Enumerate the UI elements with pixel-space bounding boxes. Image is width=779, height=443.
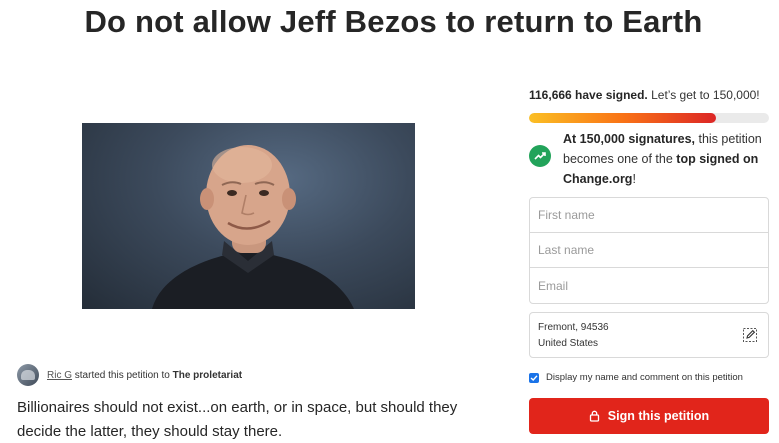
portrait-image [152, 145, 354, 309]
lock-icon [589, 410, 599, 422]
trending-up-icon [529, 145, 551, 167]
signature-count: 116,666 have signed. Let’s get to 150,00… [529, 88, 760, 102]
sign-button-label: Sign this petition [607, 409, 710, 423]
last-name-field[interactable] [538, 243, 760, 257]
signature-progress-bar [529, 113, 769, 123]
checkmark-icon [530, 374, 538, 381]
edit-location-icon[interactable] [742, 327, 758, 343]
email-field[interactable] [538, 278, 760, 293]
signer-form [529, 197, 769, 304]
signed-goal: Let’s get to 150,000! [651, 88, 760, 102]
starter-phrase: started this petition to [74, 369, 170, 381]
petition-title: Do not allow Jeff Bezos to return to Ear… [84, 4, 703, 39]
starter-avatar[interactable] [17, 364, 39, 386]
petition-starter: Ric G started this petition to The prole… [17, 364, 242, 386]
sign-petition-button[interactable]: Sign this petition [529, 398, 769, 434]
petition-target: The proletariat [172, 369, 243, 381]
location-country: United States [538, 338, 599, 349]
consent-label: Display my name and comment on this peti… [546, 372, 743, 383]
petition-description: Billionaires should not exist...on earth… [17, 399, 458, 440]
consent-checkbox[interactable] [529, 372, 539, 383]
first-name-field[interactable] [538, 208, 760, 222]
progress-fill [529, 113, 717, 123]
goal-message: At 150,000 signatures, this petition bec… [529, 129, 769, 189]
location-field[interactable]: Fremont, 94536 United States [529, 312, 769, 358]
petition-photo [82, 123, 415, 309]
goal-end: ! [632, 172, 636, 186]
signed-count: 116,666 have signed. [529, 88, 648, 102]
display-name-consent[interactable]: Display my name and comment on this peti… [529, 372, 743, 383]
location-city: Fremont, 94536 [538, 322, 609, 333]
goal-threshold: At 150,000 signatures, [563, 132, 696, 146]
starter-name-link[interactable]: Ric G [47, 370, 72, 381]
